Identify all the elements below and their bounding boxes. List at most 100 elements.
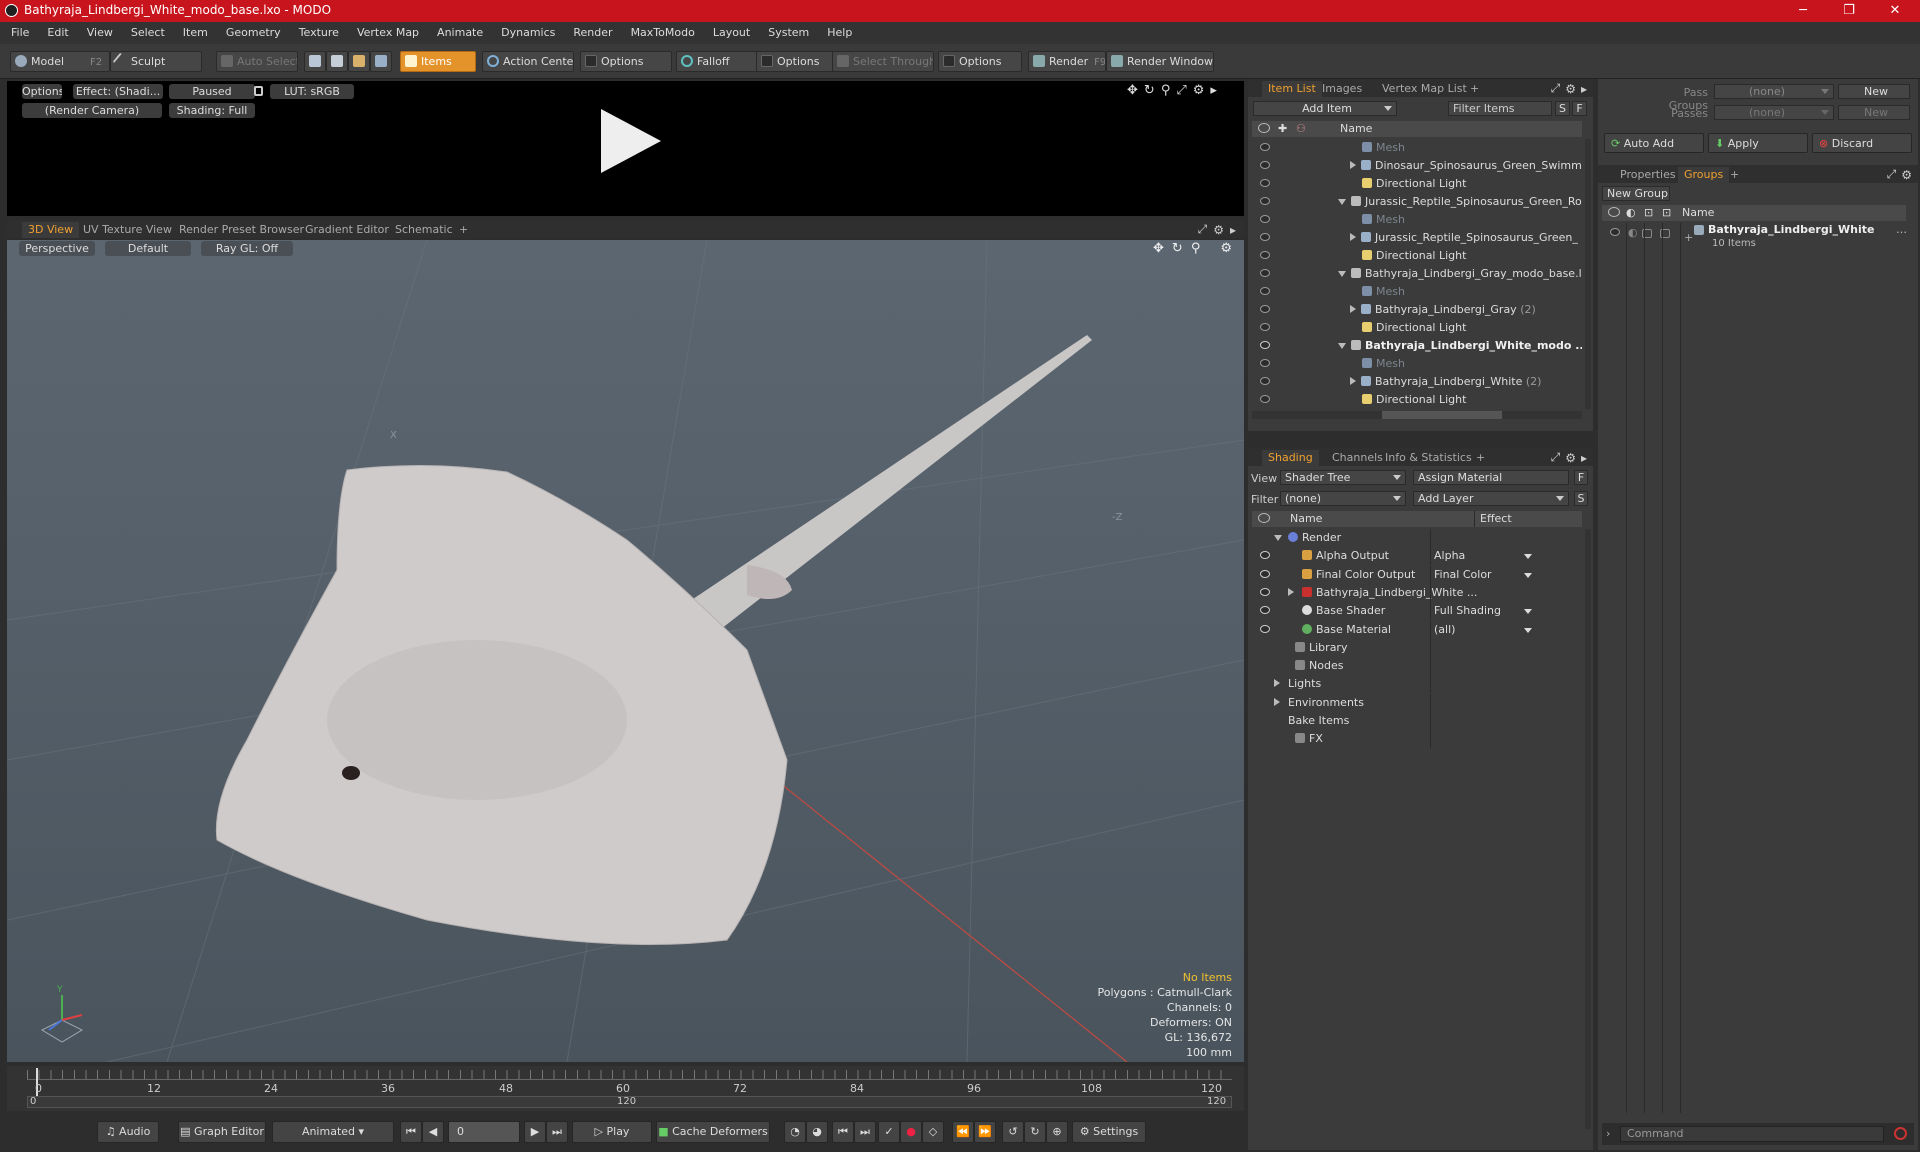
menu-item[interactable]: Item — [174, 22, 217, 44]
audio-sync-icon[interactable]: ⊕ — [1046, 1121, 1068, 1143]
item-row[interactable]: Bathyraja_Lindbergi_Gray_modo_base.lxo — [1252, 265, 1582, 283]
visibility-eye-icon[interactable] — [1260, 624, 1270, 633]
paused-button[interactable]: Paused — [169, 84, 255, 99]
new-pass-button[interactable]: New — [1838, 105, 1910, 120]
arrow-right-icon[interactable]: ▸ — [1230, 223, 1236, 237]
menu-maxtomodo[interactable]: MaxToModo — [622, 22, 704, 44]
shader-row[interactable]: Final Color Output Final Color — [1252, 565, 1582, 584]
command-stop-icon[interactable] — [1894, 1127, 1907, 1140]
expanded-triangle-icon[interactable] — [1338, 199, 1346, 205]
materials-mode-button[interactable] — [370, 51, 392, 72]
rotate-icon[interactable]: ↻ — [1144, 83, 1155, 98]
collapsed-triangle-icon[interactable] — [1350, 161, 1356, 169]
arrow-right-icon[interactable]: ▸ — [1581, 451, 1587, 465]
lut-dropdown[interactable]: LUT: sRGB — [270, 84, 354, 99]
shader-row[interactable]: Library — [1252, 638, 1582, 657]
collapsed-triangle-icon[interactable] — [1350, 305, 1356, 313]
items-mode-button[interactable]: Items — [400, 51, 476, 72]
loop-icon[interactable]: ↺ — [1002, 1121, 1024, 1143]
record-button[interactable]: ● — [900, 1121, 922, 1143]
menu-system[interactable]: System — [759, 22, 818, 44]
gear-icon[interactable]: ⚙ — [1565, 451, 1576, 465]
key-icon-1[interactable]: ◔ — [784, 1121, 806, 1143]
expanded-triangle-icon[interactable] — [1338, 271, 1346, 277]
preview-options-button[interactable]: Options — [22, 84, 62, 99]
key-set-icon[interactable]: ✓ — [878, 1121, 900, 1143]
play-icon[interactable] — [601, 109, 661, 173]
zoom-icon[interactable]: ⚲ — [1161, 83, 1171, 98]
tab-gradient-editor[interactable]: Gradient Editor — [299, 222, 395, 238]
collapsed-triangle-icon[interactable] — [1350, 233, 1356, 241]
visibility-eye-icon[interactable] — [1260, 269, 1270, 277]
visibility-eye-icon[interactable] — [1260, 215, 1270, 223]
polygons-mode-button[interactable] — [348, 51, 370, 72]
menu-texture[interactable]: Texture — [290, 22, 348, 44]
shader-row[interactable]: Base Shader Full Shading — [1252, 602, 1582, 621]
maximize-icon[interactable]: ⤢ — [1551, 450, 1561, 465]
menu-geometry[interactable]: Geometry — [217, 22, 290, 44]
play-button[interactable]: ▷ Play — [572, 1121, 652, 1143]
menu-select[interactable]: Select — [122, 22, 174, 44]
item-row[interactable]: Jurassic_Reptile_Spinosaurus_Green_ ... — [1252, 229, 1582, 247]
maximize-icon[interactable]: ⤢ — [1198, 222, 1208, 237]
frame-field[interactable]: 0 — [448, 1121, 520, 1143]
tab-render-preset-browser[interactable]: Render Preset Browser — [173, 222, 310, 238]
tab-schematic[interactable]: Schematic — [389, 222, 459, 238]
menu-view[interactable]: View — [78, 22, 122, 44]
go-start-button[interactable]: ⏮ — [400, 1121, 422, 1143]
visibility-eye-icon[interactable] — [1260, 197, 1270, 205]
tab-info-statistics[interactable]: Info & Statistics — [1379, 450, 1478, 466]
edges-mode-button[interactable] — [326, 51, 348, 72]
expanded-triangle-icon[interactable] — [1274, 529, 1288, 547]
collapsed-triangle-icon[interactable] — [1274, 675, 1288, 693]
visibility-eye-icon[interactable] — [1260, 569, 1270, 578]
effect-dropdown[interactable]: Full Shading — [1434, 602, 1534, 620]
step-back-button[interactable]: ◀ — [422, 1121, 444, 1143]
visibility-eye-icon[interactable] — [1260, 233, 1270, 241]
go-end-button[interactable]: ⏭ — [546, 1121, 568, 1143]
sync-icon[interactable]: ↻ — [1024, 1121, 1046, 1143]
collapsed-triangle-icon[interactable] — [1274, 694, 1288, 712]
shading-dropdown[interactable]: Shading: Full — [169, 103, 255, 118]
menu-vertex-map[interactable]: Vertex Map — [348, 22, 428, 44]
maximize-button[interactable]: ❐ — [1826, 0, 1872, 22]
menu-layout[interactable]: Layout — [704, 22, 759, 44]
pass-groups-dropdown[interactable]: (none) — [1714, 84, 1834, 99]
menu-dynamics[interactable]: Dynamics — [492, 22, 564, 44]
filter-dropdown[interactable]: (none) — [1280, 491, 1406, 506]
add-tab-button[interactable]: + — [1464, 81, 1485, 97]
effect-dropdown[interactable]: Final Color — [1434, 566, 1534, 584]
item-row[interactable]: Mesh — [1252, 211, 1582, 229]
prev-frame-button[interactable]: ⏪ — [952, 1121, 974, 1143]
expand-plus-icon[interactable]: + — [1684, 231, 1693, 244]
cache-deformers-button[interactable]: ■ Cache Deformers — [656, 1121, 770, 1143]
add-tab-button[interactable]: + — [453, 222, 474, 238]
item-row[interactable]: Mesh — [1252, 139, 1582, 157]
gear-icon[interactable]: ⚙ — [1220, 241, 1232, 256]
sculpt-mode-button[interactable]: Sculpt — [110, 51, 202, 72]
lock-icon[interactable] — [254, 86, 263, 96]
shader-row[interactable]: Nodes — [1252, 657, 1582, 676]
gear-icon[interactable]: ⚙ — [1565, 82, 1576, 96]
raygl-dropdown[interactable]: Ray GL: Off — [201, 241, 293, 256]
item-row[interactable]: Bathyraja_Lindbergi_White_modo ... — [1252, 337, 1582, 355]
tab-3d-view[interactable]: 3D View — [22, 222, 80, 238]
next-frame-button[interactable]: ⏩ — [974, 1121, 996, 1143]
falloff-button[interactable]: Falloff — [676, 51, 758, 72]
item-row[interactable]: Jurassic_Reptile_Spinosaurus_Green_Ro ..… — [1252, 193, 1582, 211]
shader-row[interactable]: Bathyraja_Lindbergi_White ... — [1252, 583, 1582, 602]
key-delete-icon[interactable]: ◇ — [922, 1121, 944, 1143]
select-through-button[interactable]: Select Through — [832, 51, 934, 72]
item-list-hscrollbar[interactable] — [1252, 411, 1582, 419]
new-group-button[interactable]: New Group — [1602, 186, 1670, 201]
maximize-icon[interactable]: ⤢ — [1551, 81, 1561, 96]
render-toggle-icon[interactable]: ◐ — [1628, 226, 1638, 239]
settings-button[interactable]: ⚙ Settings — [1072, 1121, 1146, 1143]
auto-select-button[interactable]: Auto Select — [216, 51, 298, 72]
shader-row[interactable]: Base Material (all) — [1252, 620, 1582, 639]
item-list-scrollbar[interactable] — [1585, 139, 1591, 409]
collapsed-triangle-icon[interactable] — [1288, 584, 1302, 602]
pan-icon[interactable]: ✥ — [1153, 241, 1164, 256]
effect-dropdown[interactable]: (all) — [1434, 621, 1534, 639]
gear-icon[interactable]: ⚙ — [1193, 83, 1205, 98]
